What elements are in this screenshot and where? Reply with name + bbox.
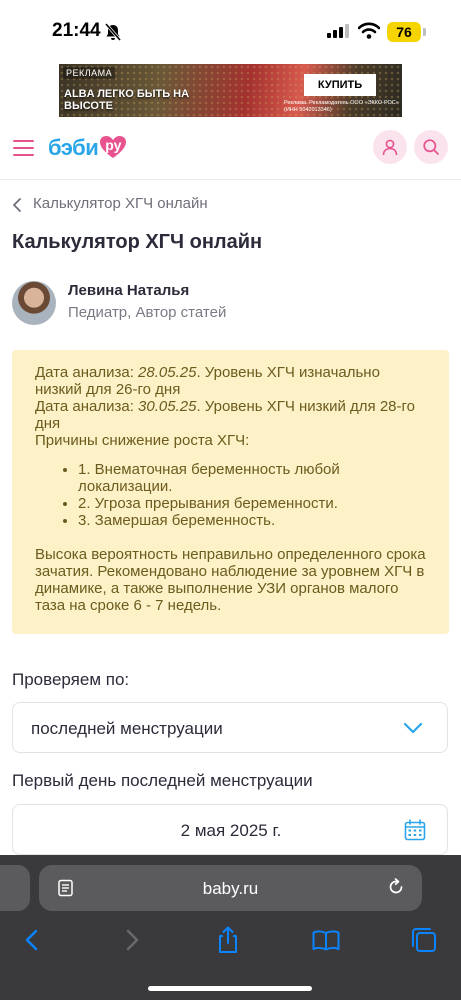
author-avatar[interactable] (12, 281, 56, 325)
causes-list: 1. Внематочная беременность любой локали… (35, 461, 426, 529)
check-by-label: Проверяем по: (12, 670, 130, 689)
list-item: 1. Внематочная беременность любой локали… (78, 461, 426, 495)
check-by-select[interactable]: последней менструации (12, 702, 448, 753)
calendar-icon[interactable] (404, 819, 426, 841)
tabs-icon[interactable] (409, 925, 439, 955)
reload-icon[interactable] (386, 877, 406, 897)
logo-text: бэби (48, 135, 99, 160)
list-item: 3. Замершая беременность. (78, 512, 426, 529)
status-bar: 21:44 76 (0, 0, 461, 58)
causes-title: Причины снижение роста ХГЧ: (35, 432, 250, 449)
ad-legal-text: Реклама. Рекламодатель ООО «ЭККО-РОС» (И… (284, 100, 399, 113)
result-line-2: Дата анализа: 30.05.25. Уровень ХГЧ низк… (35, 398, 426, 432)
author-role: Педиатр, Автор статей (68, 304, 227, 321)
signal-icon (327, 24, 349, 38)
menu-icon[interactable] (13, 140, 34, 156)
search-icon (423, 139, 439, 155)
result-line-2-date: 30.05.25 (138, 398, 197, 415)
battery-tip (423, 28, 426, 36)
bell-muted-icon (104, 23, 122, 41)
home-indicator (148, 986, 312, 991)
chevron-down-icon (403, 722, 423, 734)
date-picker-field[interactable]: 2 мая 2025 г. (12, 804, 448, 855)
result-line-1-prefix: Дата анализа: (35, 364, 139, 381)
result-line-1: Дата анализа: 28.05.25. Уровень ХГЧ изна… (35, 364, 426, 398)
result-conclusion: Высока вероятность неправильно определен… (35, 546, 426, 614)
battery-indicator: 76 (387, 22, 421, 42)
date-value: 2 мая 2025 г. (180, 821, 282, 840)
ad-headline: ALBA ЛЕГКО БЫТЬ НА ВЫСОТЕ (64, 88, 190, 112)
status-time: 21:44 (52, 20, 101, 41)
forward-icon[interactable] (116, 925, 146, 955)
search-button[interactable] (414, 130, 448, 164)
list-item: 2. Угроза прерывания беременности. (78, 495, 426, 512)
logo-badge-text: ру (105, 137, 122, 153)
site-logo[interactable]: бэби ру (48, 135, 127, 161)
breadcrumb-link[interactable]: Калькулятор ХГЧ онлайн (33, 195, 208, 212)
profile-button[interactable] (373, 130, 407, 164)
result-line-1-date: 28.05.25 (138, 364, 197, 381)
browser-toolbar: baby.ru (0, 855, 461, 1000)
chevron-left-icon (13, 198, 21, 212)
date-label: Первый день последней менструации (12, 771, 313, 790)
browser-nav-row (0, 925, 461, 955)
ad-banner[interactable]: РЕКЛАМА ALBA ЛЕГКО БЫТЬ НА ВЫСОТЕ КУПИТЬ… (59, 64, 402, 117)
share-icon[interactable] (213, 925, 243, 955)
previous-tab-preview[interactable] (0, 865, 30, 911)
check-by-value: последней менструации (31, 719, 223, 738)
logo-heart-icon: ру (99, 135, 127, 159)
ad-tag: РЕКЛАМА (63, 67, 116, 79)
wifi-icon (358, 22, 380, 39)
back-icon[interactable] (18, 925, 48, 955)
address-bar[interactable]: baby.ru (39, 865, 422, 911)
ad-buy-button[interactable]: КУПИТЬ (304, 74, 376, 96)
result-line-2-prefix: Дата анализа: (35, 398, 139, 415)
site-header: бэби ру (0, 124, 461, 180)
result-box: Дата анализа: 28.05.25. Уровень ХГЧ изна… (12, 350, 449, 634)
url-text: baby.ru (202, 879, 259, 898)
author-name[interactable]: Левина Наталья (68, 282, 189, 299)
bookmarks-icon[interactable] (311, 925, 341, 955)
profile-icon (382, 139, 398, 156)
page-title: Калькулятор ХГЧ онлайн (12, 231, 263, 253)
